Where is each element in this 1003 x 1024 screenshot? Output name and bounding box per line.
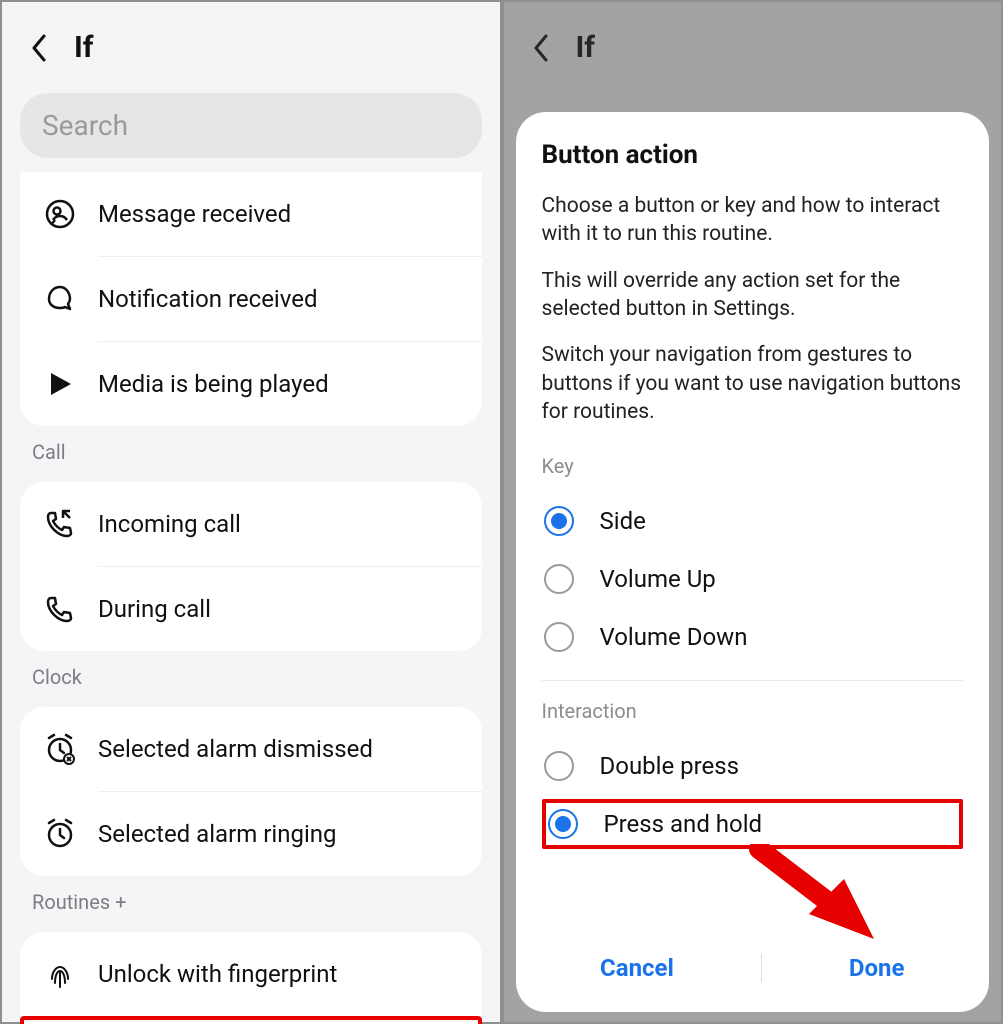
page-title: If — [576, 30, 596, 65]
list-item[interactable]: Notification received — [20, 257, 482, 341]
button-action-sheet: Button action Choose a button or key and… — [516, 112, 990, 1012]
message-received-icon — [38, 192, 82, 236]
list-item[interactable]: During call — [20, 567, 482, 651]
radio-double-press[interactable]: Double press — [542, 737, 964, 795]
list-item[interactable]: Selected alarm ringing — [20, 792, 482, 876]
list-item-label: Incoming call — [98, 510, 241, 538]
notification-received-icon — [38, 277, 82, 321]
list-item-label: Selected alarm ringing — [98, 820, 337, 848]
radio-icon — [544, 506, 574, 536]
list-item-label: Selected alarm dismissed — [98, 735, 373, 763]
radio-volume-up[interactable]: Volume Up — [542, 550, 964, 608]
list-item[interactable]: Selected alarm dismissed — [20, 707, 482, 791]
radio-label: Double press — [600, 752, 740, 780]
list-item-label: During call — [98, 595, 211, 623]
done-button[interactable]: Done — [819, 944, 935, 992]
radio-volume-down[interactable]: Volume Down — [542, 608, 964, 666]
dialog-buttons: Cancel Done — [542, 934, 964, 998]
list-item-label: Notification received — [98, 285, 318, 313]
during-call-icon — [38, 587, 82, 631]
divider — [542, 680, 964, 681]
list-card: Message received Notification received M… — [20, 172, 482, 426]
section-label-key: Key — [542, 454, 964, 478]
radio-label: Side — [600, 507, 646, 535]
list-item[interactable]: Incoming call — [20, 482, 482, 566]
radio-icon — [548, 809, 578, 839]
incoming-call-icon — [38, 502, 82, 546]
radio-icon — [544, 622, 574, 652]
back-button[interactable] — [528, 34, 556, 62]
list-item[interactable]: Media is being played — [20, 342, 482, 426]
section-label-interaction: Interaction — [542, 699, 964, 723]
fingerprint-icon — [38, 952, 82, 996]
list-card: Unlock with fingerprint — [20, 932, 482, 1016]
divider — [761, 954, 762, 982]
header: If — [504, 2, 1002, 83]
back-button[interactable] — [26, 34, 54, 62]
sheet-description: Switch your navigation from gestures to … — [542, 341, 964, 426]
list-item-label: Unlock with fingerprint — [98, 960, 337, 988]
list-item-label: Message received — [98, 200, 291, 228]
radio-label: Volume Up — [600, 565, 716, 593]
sheet-description: Choose a button or key and how to intera… — [542, 192, 964, 249]
media-playing-icon — [38, 362, 82, 406]
section-label: Call — [2, 426, 500, 468]
radio-icon — [544, 751, 574, 781]
sheet-heading: Button action — [542, 140, 964, 170]
list-item[interactable]: Unlock with fingerprint — [20, 932, 482, 1016]
radio-label: Press and hold — [604, 810, 763, 838]
alarm-dismissed-icon — [38, 727, 82, 771]
button-action-dialog-screen: If Button action Choose a button or key … — [502, 0, 1003, 1024]
list-item-label: Media is being played — [98, 370, 329, 398]
sheet-description: This will override any action set for th… — [542, 267, 964, 324]
radio-side[interactable]: Side — [542, 492, 964, 550]
alarm-ringing-icon — [38, 812, 82, 856]
cancel-button[interactable]: Cancel — [570, 944, 704, 992]
list-card: Incoming call During call — [20, 482, 482, 651]
page-title: If — [74, 30, 94, 65]
list-card: Selected alarm dismissed Selected alarm … — [20, 707, 482, 876]
section-label: Clock — [2, 651, 500, 693]
list-item[interactable]: Message received — [20, 172, 482, 256]
search-input[interactable]: Search — [20, 93, 482, 158]
radio-icon — [544, 564, 574, 594]
radio-press-and-hold[interactable]: Press and hold — [542, 799, 964, 849]
header: If — [2, 2, 500, 83]
condition-picker-screen: If Search Message received Notification … — [0, 0, 502, 1024]
button-action-highlight: Button action — [20, 1016, 482, 1024]
radio-label: Volume Down — [600, 623, 748, 651]
section-label: Routines + — [2, 876, 500, 918]
